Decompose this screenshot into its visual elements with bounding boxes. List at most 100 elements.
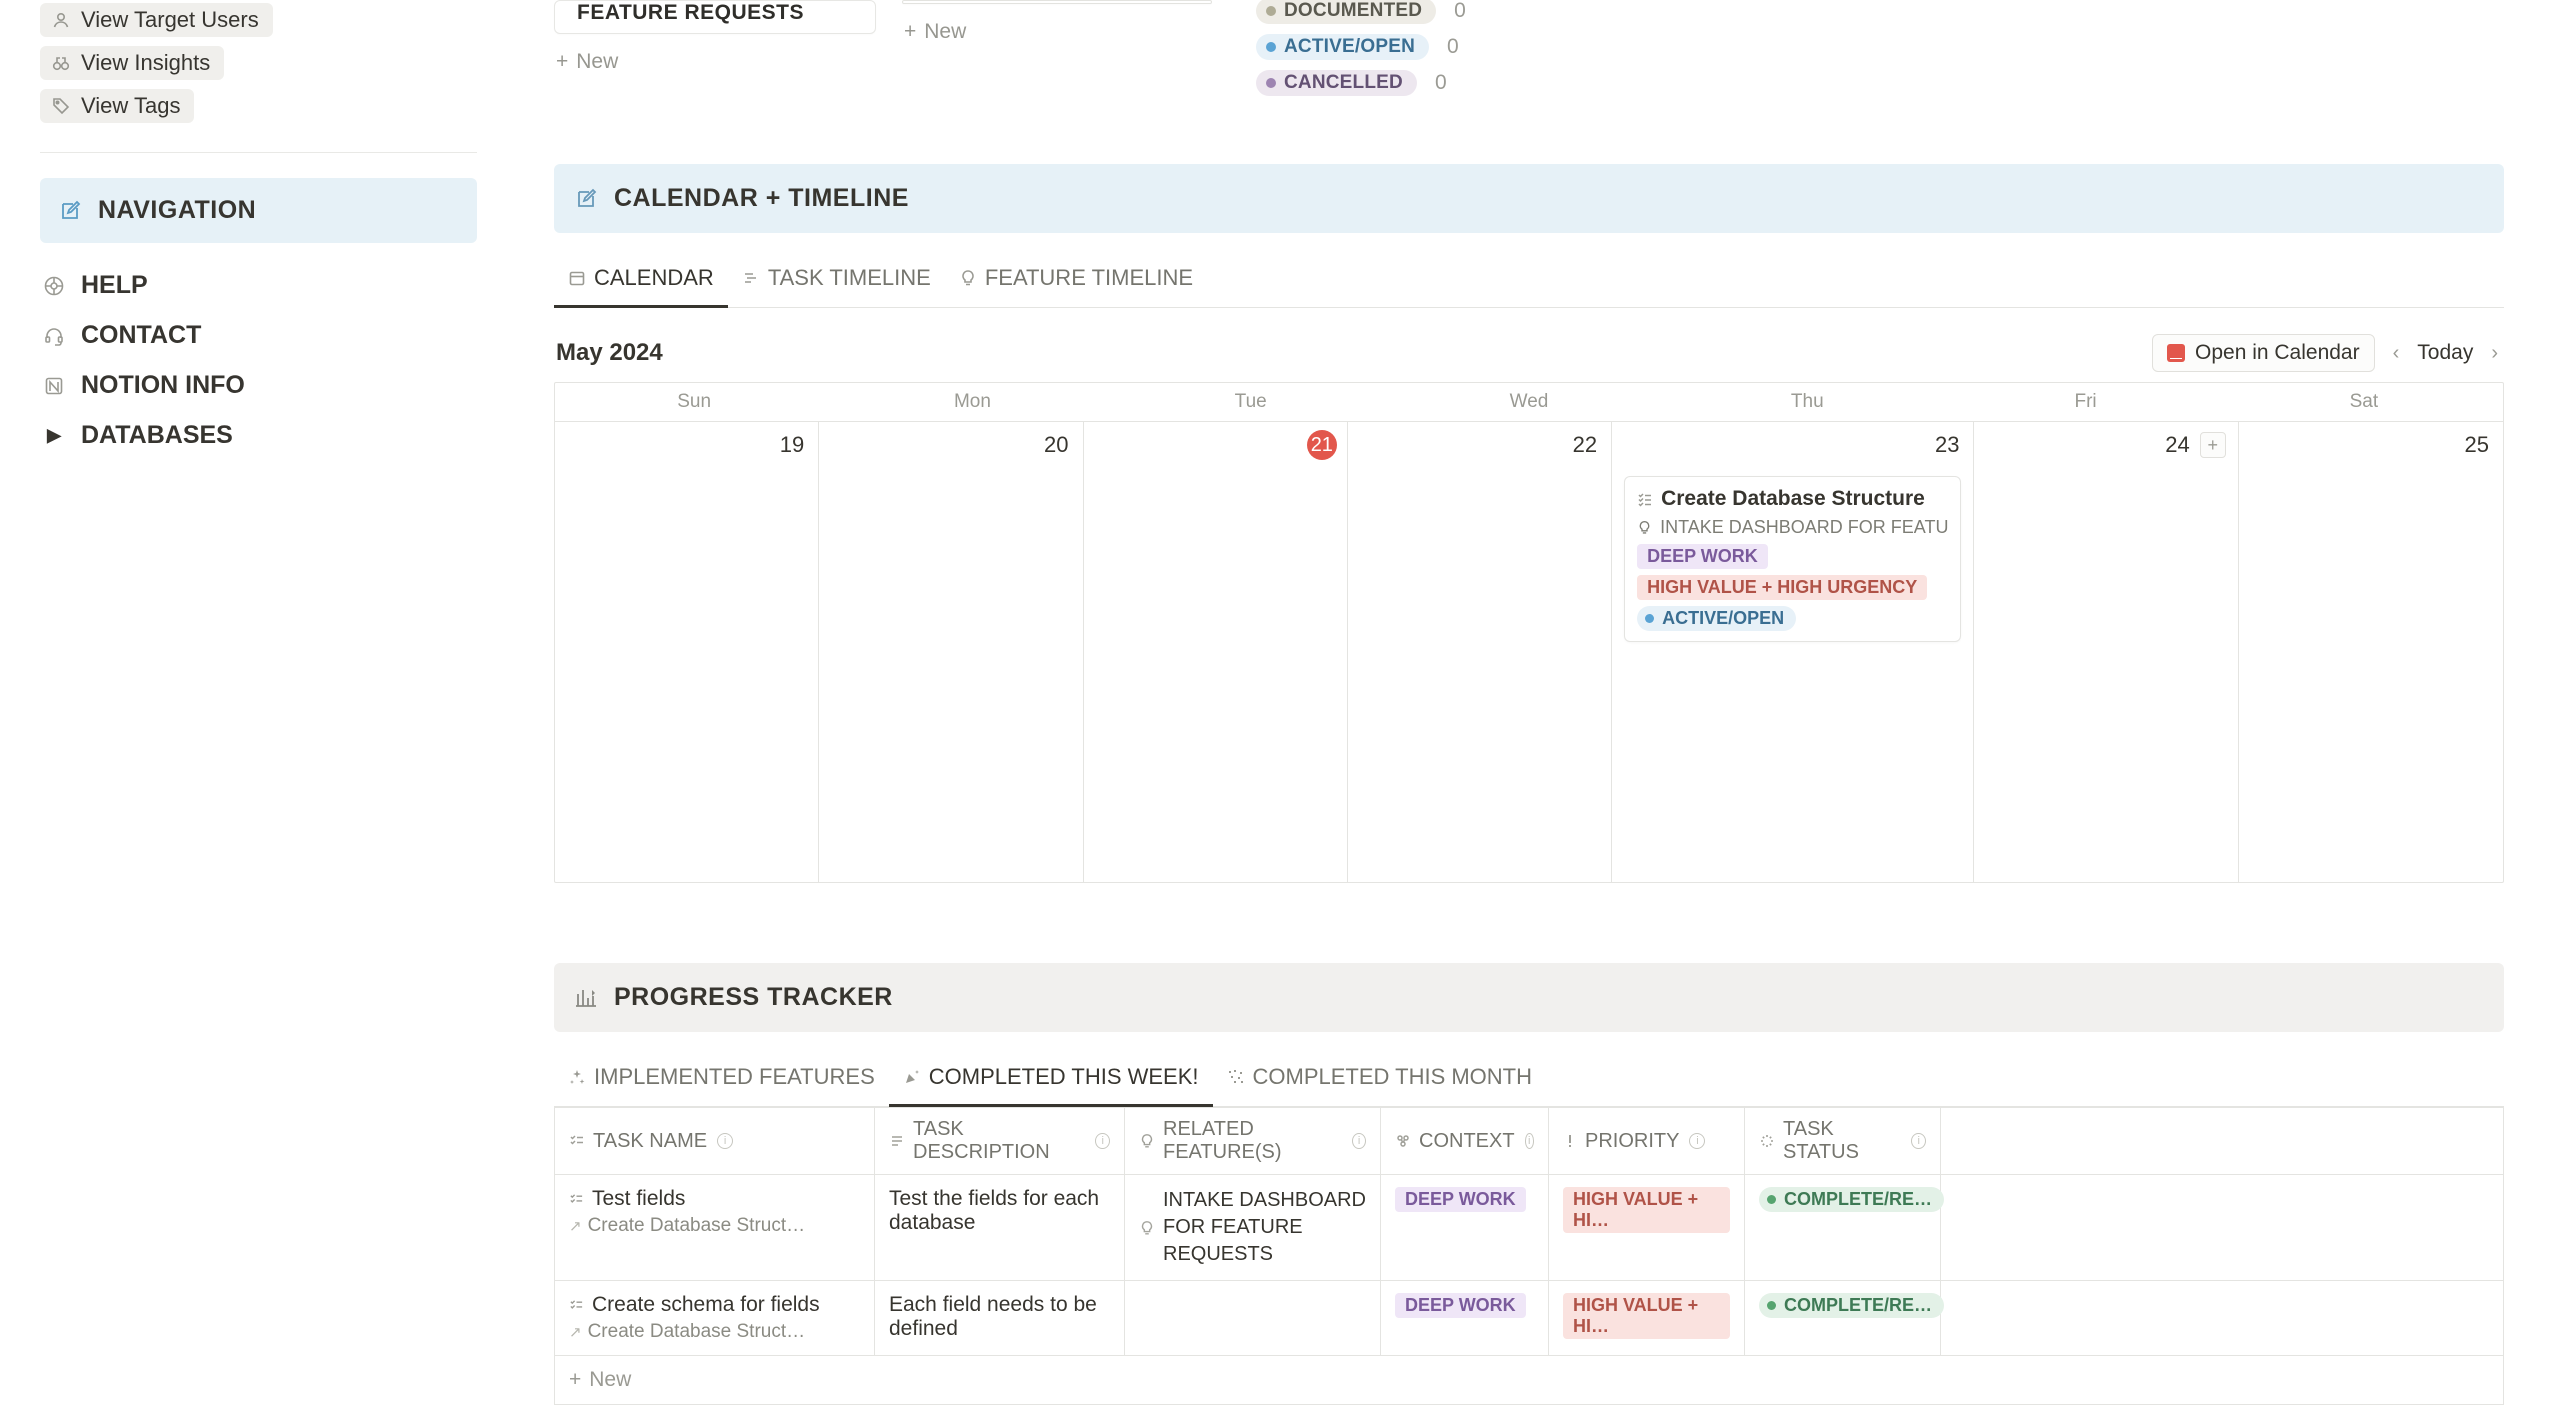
calendar-grid: Sun Mon Tue Wed Thu Fri Sat 19 20 21 22 … — [554, 382, 2504, 883]
day-cell-thu[interactable]: 23 Create Database Structure INTAKE DASH… — [1612, 422, 1974, 882]
col-task-name[interactable]: TASK NAMEi — [555, 1107, 875, 1174]
day-headers: Sun Mon Tue Wed Thu Fri Sat — [555, 383, 2503, 422]
day-header: Sun — [555, 383, 833, 422]
day-cell-tue[interactable]: 21 — [1084, 422, 1348, 882]
tab-implemented-features[interactable]: IMPLEMENTED FEATURES — [554, 1054, 889, 1107]
context-tag: DEEP WORK — [1637, 544, 1768, 569]
info-icon[interactable]: i — [1352, 1133, 1366, 1149]
tag-icon — [50, 96, 72, 116]
tab-label: COMPLETED THIS WEEK! — [929, 1064, 1199, 1090]
tab-label: FEATURE TIMELINE — [985, 265, 1193, 291]
status-row: CANCELLED 0 — [1256, 70, 1466, 96]
checklist-icon — [1637, 491, 1653, 507]
new-blank-button[interactable]: + New — [902, 16, 1212, 48]
cell-priority: HIGH VALUE + HI… — [1549, 1174, 1745, 1280]
event-subtitle-row: INTAKE DASHBOARD FOR FEATU — [1637, 517, 1948, 538]
info-icon[interactable]: i — [1689, 1133, 1705, 1149]
day-number: 22 — [1573, 432, 1597, 458]
status-pill-active[interactable]: ACTIVE/OPEN — [1256, 34, 1429, 60]
table-row[interactable]: Create schema for fields ↗Create Databas… — [555, 1280, 2503, 1355]
progress-section-header[interactable]: PROGRESS TRACKER — [554, 963, 2504, 1032]
sidebar-separator — [40, 152, 477, 153]
exclaim-icon — [1563, 1133, 1577, 1149]
new-feature-button[interactable]: + New — [554, 46, 876, 78]
dot-icon — [1266, 6, 1276, 16]
binoculars-icon — [50, 53, 72, 73]
cell-status: COMPLETE/RE… — [1745, 1280, 1941, 1355]
info-icon[interactable]: i — [717, 1133, 733, 1149]
contact-link[interactable]: CONTACT — [40, 314, 477, 357]
info-icon[interactable]: i — [1095, 1133, 1110, 1149]
prev-week-button[interactable]: ‹ — [2389, 338, 2404, 369]
info-icon[interactable]: i — [1525, 1133, 1534, 1149]
plus-icon: + — [569, 1368, 581, 1392]
cell-task-name: Test fields ↗Create Database Struct… — [555, 1174, 875, 1280]
view-insights-button[interactable]: View Insights — [40, 46, 224, 80]
add-event-button[interactable]: + — [2200, 432, 2226, 458]
arrow-up-icon: ↗ — [569, 1217, 582, 1235]
status-count: 0 — [1435, 71, 1447, 95]
blank-card[interactable] — [902, 0, 1212, 4]
day-cell-fri[interactable]: 24 + — [1974, 422, 2238, 882]
tab-calendar[interactable]: CALENDAR — [554, 255, 728, 308]
table-row[interactable]: Test fields ↗Create Database Struct… Tes… — [555, 1174, 2503, 1280]
day-cell-mon[interactable]: 20 — [819, 422, 1083, 882]
notion-icon — [43, 375, 65, 397]
tab-task-timeline[interactable]: TASK TIMELINE — [728, 255, 945, 308]
text-icon — [889, 1133, 905, 1149]
status-pill-cancelled[interactable]: CANCELLED — [1256, 70, 1417, 96]
cell-status: COMPLETE/RE… — [1745, 1174, 1941, 1280]
calendar-event[interactable]: Create Database Structure INTAKE DASHBOA… — [1624, 476, 1961, 642]
today-button[interactable]: Today — [2417, 341, 2473, 365]
day-cell-wed[interactable]: 22 — [1348, 422, 1612, 882]
new-row-button[interactable]: + New — [555, 1355, 2503, 1404]
plus-icon: + — [904, 20, 916, 44]
plus-icon: + — [556, 50, 568, 74]
next-week-button[interactable]: › — [2487, 338, 2502, 369]
col-priority[interactable]: PRIORITYi — [1549, 1107, 1745, 1174]
day-header: Wed — [1390, 383, 1668, 422]
event-title: Create Database Structure — [1661, 487, 1925, 511]
calendar-header: May 2024 Open in Calendar ‹ Today › — [556, 334, 2502, 372]
notion-info-link[interactable]: NOTION INFO — [40, 364, 477, 407]
feature-requests-card[interactable]: FEATURE REQUESTS — [554, 0, 876, 34]
tab-completed-week[interactable]: COMPLETED THIS WEEK! — [889, 1054, 1213, 1107]
tab-label: IMPLEMENTED FEATURES — [594, 1064, 875, 1090]
col-related-feature[interactable]: RELATED FEATURE(S)i — [1125, 1107, 1381, 1174]
day-number: 23 — [1935, 432, 1959, 458]
day-cell-sun[interactable]: 19 — [555, 422, 819, 882]
view-tags-button[interactable]: View Tags — [40, 89, 194, 123]
lightbulb-icon — [959, 269, 977, 287]
col-empty — [1941, 1107, 2503, 1174]
week-row: 19 20 21 22 23 Create Database Structure… — [555, 422, 2503, 882]
cell-empty — [1941, 1174, 2503, 1280]
section-title: CALENDAR + TIMELINE — [614, 184, 909, 213]
open-in-calendar-button[interactable]: Open in Calendar — [2152, 334, 2375, 372]
context-tag: DEEP WORK — [1395, 1293, 1526, 1318]
dot-icon — [1645, 614, 1654, 623]
navigation-header[interactable]: NAVIGATION — [40, 178, 477, 243]
dot-icon — [1767, 1301, 1776, 1310]
info-icon[interactable]: i — [1911, 1133, 1926, 1149]
context-tag: DEEP WORK — [1395, 1187, 1526, 1212]
open-label: Open in Calendar — [2195, 341, 2360, 365]
col-context[interactable]: CONTEXTi — [1381, 1107, 1549, 1174]
status-pill-documented[interactable]: DOCUMENTED — [1256, 0, 1436, 24]
tab-completed-month[interactable]: COMPLETED THIS MONTH — [1213, 1054, 1547, 1107]
party-icon — [903, 1068, 921, 1086]
lightbulb-icon — [1637, 520, 1652, 535]
day-header: Sat — [2225, 383, 2503, 422]
col-status[interactable]: TASK STATUSi — [1745, 1107, 1941, 1174]
dot-icon — [1767, 1195, 1776, 1204]
help-link[interactable]: HELP — [40, 264, 477, 307]
tab-feature-timeline[interactable]: FEATURE TIMELINE — [945, 255, 1207, 308]
calendar-section-header[interactable]: CALENDAR + TIMELINE — [554, 164, 2504, 233]
new-label: New — [589, 1368, 631, 1392]
timeline-icon — [742, 269, 760, 287]
day-cell-sat[interactable]: 25 — [2239, 422, 2503, 882]
view-target-users-button[interactable]: View Target Users — [40, 3, 273, 37]
databases-link[interactable]: ▶ DATABASES — [40, 414, 477, 457]
progress-tabs: IMPLEMENTED FEATURES COMPLETED THIS WEEK… — [554, 1054, 2504, 1107]
calendar-controls: Open in Calendar ‹ Today › — [2152, 334, 2502, 372]
col-task-desc[interactable]: TASK DESCRIPTIONi — [875, 1107, 1125, 1174]
